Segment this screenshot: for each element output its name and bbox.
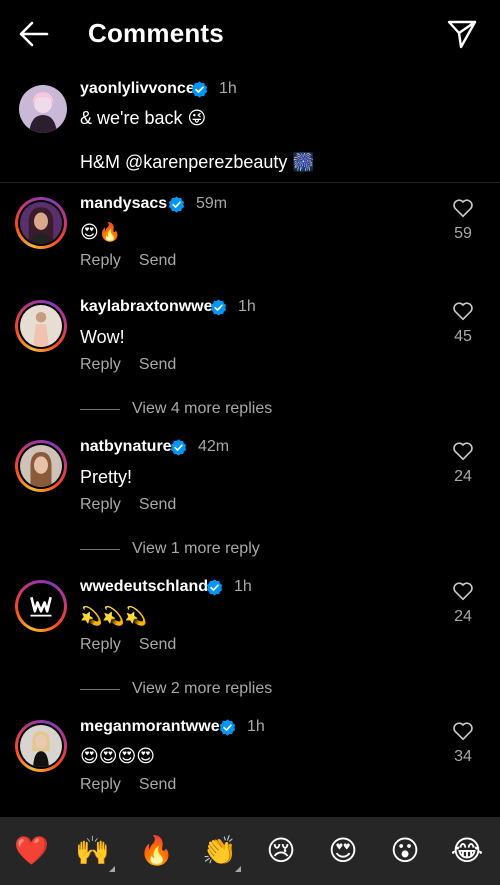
- comment-username[interactable]: mandysacs: [80, 195, 167, 213]
- like-count: 24: [454, 608, 472, 625]
- avatar[interactable]: [15, 300, 67, 352]
- fire-emoji-button[interactable]: 🔥: [139, 834, 174, 868]
- caption-text: & we're back 😜: [80, 108, 207, 128]
- avatar[interactable]: [15, 197, 67, 249]
- view-more-replies[interactable]: View 2 more replies: [80, 678, 272, 700]
- direct-send-icon[interactable]: [446, 18, 478, 50]
- avatar-photo: [19, 85, 67, 133]
- tears-of-joy-emoji-button[interactable]: 😂: [450, 834, 484, 868]
- send-button[interactable]: Send: [139, 252, 176, 269]
- like-count: 24: [454, 468, 472, 485]
- comment-text: 💫💫💫: [80, 606, 148, 626]
- reply-button[interactable]: Reply: [80, 776, 121, 793]
- comment-username[interactable]: meganmorantwwe: [80, 718, 220, 736]
- comment-username[interactable]: wwedeutschland: [80, 578, 208, 596]
- reply-button[interactable]: Reply: [80, 636, 121, 653]
- view-more-replies[interactable]: View 4 more replies: [80, 398, 272, 420]
- avatar-photo: [20, 202, 62, 244]
- clapping-hands-emoji-button[interactable]: 👏: [202, 834, 237, 868]
- verified-badge-icon: [210, 299, 227, 316]
- comment-time: 1h: [234, 578, 252, 595]
- heart-icon[interactable]: [452, 197, 474, 219]
- verified-badge-icon: [206, 579, 223, 596]
- heart-icon[interactable]: [452, 580, 474, 602]
- send-button[interactable]: Send: [139, 636, 176, 653]
- verified-badge-icon: [219, 719, 236, 736]
- verified-badge-icon: [170, 439, 187, 456]
- reply-button[interactable]: Reply: [80, 356, 121, 373]
- comment-text: 😍🔥: [80, 222, 122, 242]
- crying-face-emoji-button[interactable]: 😢: [264, 834, 298, 868]
- emoji-reaction-bar: ❤️ 🙌 🔥 👏 😢 😍 😮 😂: [0, 817, 500, 885]
- page-title: Comments: [88, 18, 224, 48]
- comment-actions: Reply Send: [80, 496, 194, 514]
- caption-credit: H&M @karenperezbeauty 🎆: [80, 152, 315, 172]
- comment-actions: Reply Send: [80, 776, 194, 794]
- reply-button[interactable]: Reply: [80, 496, 121, 513]
- like-count: 34: [454, 748, 472, 765]
- heart-icon[interactable]: [452, 300, 474, 322]
- red-heart-emoji-button[interactable]: ❤️: [14, 834, 49, 868]
- heart-eyes-emoji-button[interactable]: 😍: [326, 834, 360, 868]
- avatar[interactable]: [15, 720, 67, 772]
- caption-username[interactable]: yaonlylivvonce: [80, 80, 195, 98]
- send-button[interactable]: Send: [139, 356, 176, 373]
- comment-time: 42m: [198, 438, 230, 455]
- verified-badge-icon: [191, 81, 208, 98]
- comment-time: 59m: [196, 195, 228, 212]
- avatar[interactable]: [15, 580, 67, 632]
- wwe-logo-avatar: [20, 585, 62, 627]
- caption-time: 1h: [219, 80, 237, 97]
- comment-text: 😍😍😍😍: [80, 746, 156, 766]
- comment-username[interactable]: kaylabraxtonwwe: [80, 298, 213, 316]
- header-bar: Comments: [0, 0, 500, 68]
- comment-text: Pretty!: [80, 467, 133, 487]
- comment-time: 1h: [238, 298, 256, 315]
- skin-tone-indicator-icon: [109, 866, 115, 872]
- comment-text: Wow!: [80, 327, 125, 347]
- like-count: 59: [454, 225, 472, 242]
- reply-button[interactable]: Reply: [80, 252, 121, 269]
- avatar-photo: [20, 725, 62, 767]
- skin-tone-indicator-icon: [235, 866, 241, 872]
- verified-badge-icon: [168, 196, 185, 213]
- view-more-replies[interactable]: View 1 more reply: [80, 538, 260, 560]
- like-count: 45: [454, 328, 472, 345]
- avatar[interactable]: [15, 440, 67, 492]
- surprised-face-emoji-button[interactable]: 😮: [388, 834, 422, 868]
- raising-hands-emoji-button[interactable]: 🙌: [75, 834, 110, 868]
- caption-divider: [0, 182, 500, 183]
- avatar-photo: [20, 445, 62, 487]
- comment-username[interactable]: natbynature: [80, 438, 172, 456]
- send-button[interactable]: Send: [139, 496, 176, 513]
- comment-time: 1h: [247, 718, 265, 735]
- heart-icon[interactable]: [452, 440, 474, 462]
- avatar[interactable]: [19, 85, 67, 133]
- avatar-photo: [20, 305, 62, 347]
- comment-actions: Reply Send: [80, 252, 194, 270]
- back-arrow-icon[interactable]: [18, 20, 50, 48]
- heart-icon[interactable]: [452, 720, 474, 742]
- comment-actions: Reply Send: [80, 636, 194, 654]
- send-button[interactable]: Send: [139, 776, 176, 793]
- comment-actions: Reply Send: [80, 356, 194, 374]
